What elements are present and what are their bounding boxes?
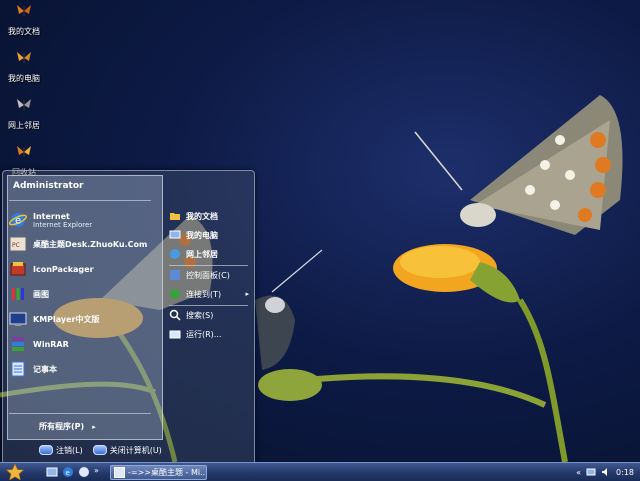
window-icon (114, 467, 125, 478)
user-name: Administrator (13, 181, 84, 191)
butterfly-recycle-icon (17, 146, 31, 157)
pinned-notepad[interactable]: 记事本 (9, 358, 154, 380)
show-desktop-icon[interactable] (46, 466, 58, 478)
pinned-iconpackager[interactable]: IconPackager (9, 258, 154, 280)
right-item-run[interactable]: 运行(R)... (169, 326, 249, 342)
svg-text:PC: PC (12, 242, 20, 249)
arrow-right-icon: ▸ (245, 290, 249, 298)
network-icon (170, 249, 180, 259)
desktop-icon-network[interactable]: 网上邻居 (4, 96, 44, 131)
shutdown-label: 关闭计算机(U) (109, 445, 162, 455)
ie-quicklaunch-icon[interactable]: e (62, 466, 74, 478)
star-start-icon (6, 464, 24, 480)
desktop-icon-label: 网上邻居 (8, 121, 40, 130)
desktop-icon-label: 我的文档 (8, 27, 40, 36)
ie-icon: e (9, 213, 27, 227)
right-item-label: 控制面板(C) (186, 270, 230, 280)
divider (169, 305, 248, 306)
divider (9, 413, 151, 414)
right-item-label: 网上邻居 (186, 249, 218, 259)
pinned-label: 记事本 (33, 364, 57, 374)
pinned-winrar[interactable]: WinRAR (9, 333, 154, 355)
butterfly-network-icon (17, 99, 31, 110)
all-programs-label: 所有程序(P) (39, 422, 85, 431)
computer-icon (169, 230, 181, 239)
control-panel-icon (170, 270, 180, 280)
connect-icon (170, 289, 180, 299)
pinned-label: IconPackager (33, 264, 94, 274)
logoff-icon (39, 445, 53, 455)
volume-icon[interactable] (601, 467, 611, 477)
logoff-button[interactable]: 注销(L) (39, 445, 83, 456)
network-tray-icon[interactable] (586, 467, 596, 477)
pinned-internet-explorer[interactable]: e Internet Internet Explorer (9, 209, 154, 231)
svg-text:e: e (15, 216, 21, 227)
paint-icon (12, 288, 24, 300)
kmplayer-icon (9, 312, 27, 326)
pinned-paint[interactable]: 画图 (9, 283, 154, 305)
right-item-label: 我的电脑 (186, 230, 218, 240)
quicklaunch-expand-icon[interactable]: » (94, 466, 99, 475)
right-item-label: 连接到(T) (186, 289, 222, 299)
desktop-theme-icon: PC (9, 236, 27, 252)
butterfly-documents-icon (17, 5, 31, 16)
run-icon (169, 330, 181, 339)
pinned-sublabel: Internet Explorer (33, 220, 93, 229)
svg-text:e: e (66, 469, 70, 477)
logoff-label: 注销(L) (56, 445, 83, 455)
iconpackager-icon (10, 262, 26, 276)
desktop-icon-my-documents[interactable]: 我的文档 (4, 2, 44, 37)
tray-collapse-icon[interactable]: « (576, 468, 581, 477)
right-item-search[interactable]: 搜索(S) (169, 307, 249, 323)
taskbar-window-button[interactable]: -=>>桌酷主题 - Mi... (110, 465, 207, 480)
right-item-label: 我的文档 (186, 211, 218, 221)
butterfly-computer-icon (17, 52, 31, 63)
divider (9, 200, 151, 201)
pinned-label: 桌酷主题Desk.ZhuoKu.Com (33, 239, 148, 249)
right-item-my-documents[interactable]: 我的文档 (169, 208, 249, 224)
arrow-right-icon: ▸ (92, 422, 96, 431)
right-item-connect-to[interactable]: 连接到(T) ▸ (169, 286, 249, 302)
media-player-icon[interactable] (78, 466, 90, 478)
notepad-icon (11, 361, 25, 377)
system-tray: « 0:18 (556, 463, 640, 481)
right-item-network[interactable]: 网上邻居 (169, 246, 249, 262)
pinned-label: 画图 (33, 289, 49, 299)
pinned-label: Internet (33, 211, 70, 221)
right-item-control-panel[interactable]: 控制面板(C) (169, 267, 249, 283)
start-menu: Administrator e Internet Internet Explore… (2, 170, 255, 463)
search-icon (169, 309, 181, 321)
desktop-icon-label: 我的电脑 (8, 74, 40, 83)
right-item-my-computer[interactable]: 我的电脑 (169, 227, 249, 243)
pinned-kmplayer[interactable]: KMPlayer中文版 (9, 308, 154, 330)
taskbar: e » -=>>桌酷主题 - Mi... « 0:18 (0, 462, 640, 481)
all-programs-button[interactable]: 所有程序(P) ▸ (39, 421, 96, 432)
desktop-icon-my-computer[interactable]: 我的电脑 (4, 49, 44, 84)
power-icon (92, 445, 107, 455)
taskbar-window-title: -=>>桌酷主题 - Mi... (128, 468, 207, 477)
shutdown-button[interactable]: 关闭计算机(U) (92, 445, 162, 456)
winrar-icon (12, 337, 24, 351)
clock[interactable]: 0:18 (616, 468, 634, 477)
right-item-label: 运行(R)... (186, 329, 222, 339)
start-button[interactable] (0, 463, 30, 481)
pinned-desktop-theme[interactable]: PC 桌酷主题Desk.ZhuoKu.Com (9, 233, 154, 255)
documents-icon (170, 213, 180, 220)
right-item-label: 搜索(S) (186, 310, 214, 320)
pinned-label: WinRAR (33, 339, 69, 349)
start-menu-footer: 注销(L) 关闭计算机(U) (3, 438, 254, 462)
pinned-label: KMPlayer中文版 (33, 314, 100, 324)
divider (169, 265, 248, 266)
